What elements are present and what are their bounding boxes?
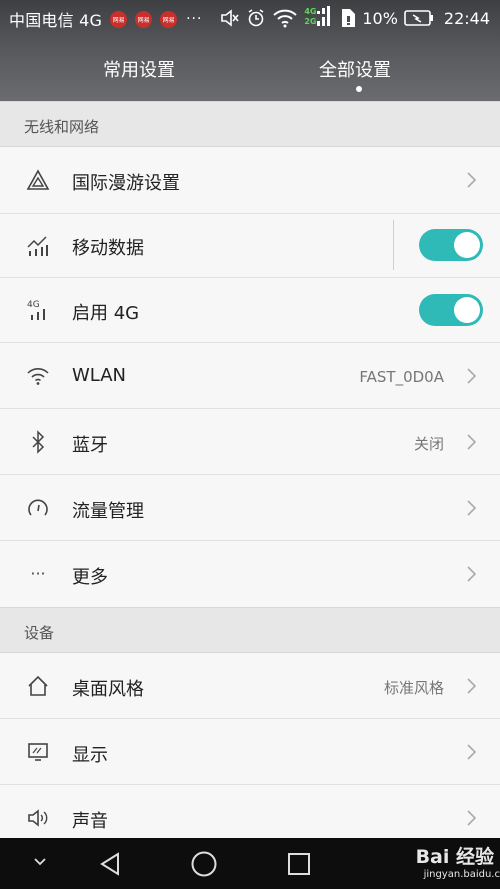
notification-icon: 网易 bbox=[135, 10, 153, 28]
settings-item-label: 国际漫游设置 bbox=[72, 173, 180, 194]
recent-apps-icon[interactable] bbox=[286, 851, 312, 877]
notification-icon: 网易 bbox=[160, 10, 178, 28]
network-type-icon: 4G 2G bbox=[304, 5, 334, 31]
display-icon bbox=[26, 740, 50, 764]
settings-item-label: 移动数据 bbox=[72, 238, 144, 259]
home-icon bbox=[26, 674, 50, 698]
settings-item-wlan[interactable]: WLAN FAST_0D0A bbox=[0, 343, 500, 409]
settings-tabs: 常用设置 全部设置 bbox=[0, 36, 500, 101]
settings-item-label: 更多 bbox=[72, 567, 108, 588]
settings-item-enable-4g[interactable]: 4G 启用 4G bbox=[0, 278, 500, 343]
active-tab-indicator bbox=[356, 86, 362, 92]
mute-icon bbox=[220, 9, 240, 27]
settings-item-display[interactable]: 显示 bbox=[0, 719, 500, 785]
more-dots-icon: ··· bbox=[30, 563, 46, 583]
more-notifications-icon: ··· bbox=[186, 11, 203, 27]
section-header-wireless: 无线和网络 bbox=[0, 101, 500, 147]
mobile-data-icon bbox=[26, 234, 50, 258]
section-title: 无线和网络 bbox=[24, 118, 100, 136]
settings-item-value: FAST_0D0A bbox=[359, 368, 444, 386]
battery-percent: 10% bbox=[362, 8, 398, 28]
settings-item-label: 蓝牙 bbox=[72, 435, 108, 456]
hide-nav-chevron-icon[interactable] bbox=[32, 856, 48, 868]
settings-item-label: 声音 bbox=[72, 811, 108, 832]
settings-item-traffic[interactable]: 流量管理 bbox=[0, 475, 500, 541]
header: 中国电信 4G 网易 网易 网易 ··· 4G 2G 10% 22:44 常用设… bbox=[0, 0, 500, 101]
battery-charging-icon bbox=[404, 9, 434, 27]
chevron-right-icon bbox=[467, 744, 477, 760]
settings-item-label: 显示 bbox=[72, 745, 108, 766]
settings-item-desktop-style[interactable]: 桌面风格 标准风格 bbox=[0, 653, 500, 719]
navigation-bar: Bai 经验 jingyan.baidu.com bbox=[0, 838, 500, 889]
section-header-device: 设备 bbox=[0, 607, 500, 653]
settings-item-label: 桌面风格 bbox=[72, 679, 144, 700]
chevron-right-icon bbox=[467, 566, 477, 582]
settings-item-roaming[interactable]: 国际漫游设置 bbox=[0, 147, 500, 214]
status-bar: 中国电信 4G 网易 网易 网易 ··· 4G 2G 10% 22:44 bbox=[0, 0, 500, 36]
settings-item-label: WLAN bbox=[72, 365, 127, 386]
section-title: 设备 bbox=[24, 624, 55, 642]
mobile-data-toggle[interactable] bbox=[419, 229, 483, 261]
settings-item-label: 流量管理 bbox=[72, 501, 144, 522]
chevron-right-icon bbox=[467, 678, 477, 694]
tab-common-settings[interactable]: 常用设置 bbox=[103, 56, 175, 82]
chevron-right-icon bbox=[467, 368, 477, 384]
chevron-right-icon bbox=[467, 500, 477, 516]
settings-item-value: 标准风格 bbox=[383, 679, 444, 697]
chevron-right-icon bbox=[467, 810, 477, 826]
settings-item-bluetooth[interactable]: 蓝牙 关闭 bbox=[0, 409, 500, 475]
home-button-icon[interactable] bbox=[190, 850, 218, 878]
back-icon[interactable] bbox=[97, 851, 123, 877]
carrier-label: 中国电信 4G bbox=[9, 11, 103, 30]
chevron-right-icon bbox=[467, 172, 477, 188]
tab-all-settings[interactable]: 全部设置 bbox=[319, 56, 391, 82]
signal-4g-icon: 4G bbox=[26, 298, 50, 322]
divider bbox=[393, 220, 394, 270]
wifi-icon bbox=[26, 364, 50, 388]
clock: 22:44 bbox=[443, 8, 490, 28]
chevron-right-icon bbox=[467, 434, 477, 450]
speaker-icon bbox=[26, 806, 50, 830]
alarm-icon bbox=[246, 8, 266, 28]
sim-icon bbox=[340, 8, 356, 28]
watermark-logo: Bai 经验 jingyan.baidu.com bbox=[415, 846, 500, 880]
bluetooth-icon bbox=[26, 430, 50, 454]
roaming-triangle-icon bbox=[26, 168, 50, 192]
gauge-icon bbox=[26, 496, 50, 520]
settings-item-value: 关闭 bbox=[413, 435, 444, 453]
settings-item-more[interactable]: ··· 更多 bbox=[0, 541, 500, 607]
notification-icon: 网易 bbox=[110, 10, 128, 28]
settings-item-sound[interactable]: 声音 bbox=[0, 785, 500, 838]
enable-4g-toggle[interactable] bbox=[419, 294, 483, 326]
settings-item-mobile-data[interactable]: 移动数据 bbox=[0, 214, 500, 278]
wifi-status-icon bbox=[272, 8, 298, 28]
settings-item-label: 启用 4G bbox=[72, 303, 140, 324]
svg-text:4G: 4G bbox=[27, 300, 40, 310]
